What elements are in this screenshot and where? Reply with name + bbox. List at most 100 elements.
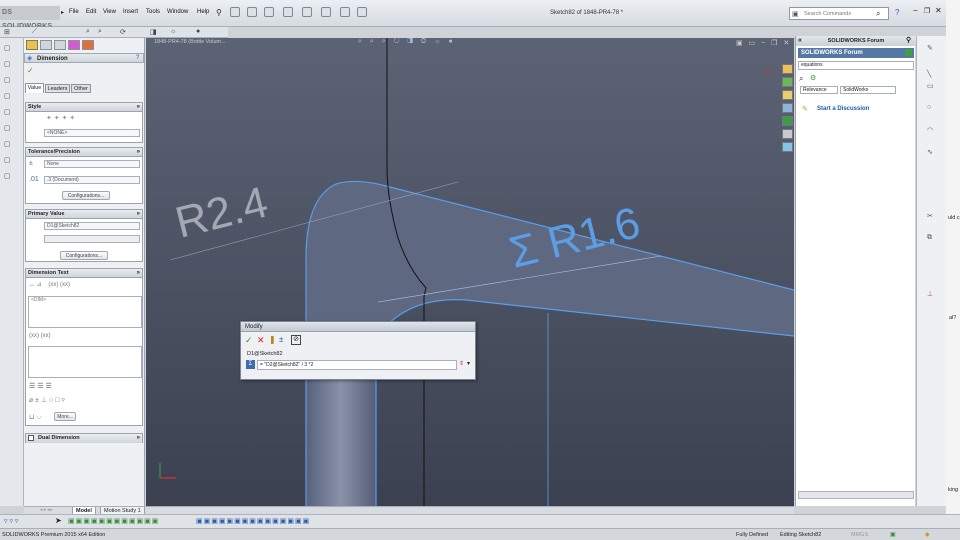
view-palette-icon[interactable] bbox=[782, 103, 793, 113]
viewport-restore-icon[interactable]: ▣ ▭ − ❐ ✕ bbox=[736, 39, 791, 47]
sketch-tool-icon[interactable]: ▢ bbox=[4, 124, 11, 132]
tab-leaders[interactable]: Leaders bbox=[45, 84, 70, 93]
tab-scroll-icon[interactable]: ◂ ▸ ▸▸ bbox=[40, 507, 53, 513]
start-discussion-link[interactable]: Start a Discussion bbox=[817, 106, 869, 112]
forum-icon[interactable] bbox=[782, 142, 793, 152]
symbol-library-icon[interactable]: ⊔ ⌵ bbox=[29, 413, 42, 422]
display-manager-tab-icon[interactable] bbox=[82, 40, 94, 50]
spin-arrows-icon[interactable]: ⇕ bbox=[459, 360, 464, 367]
collapse-chevron-icon[interactable]: » bbox=[137, 269, 140, 278]
arc-tool-icon[interactable]: ◠ bbox=[927, 126, 933, 134]
help-status-icon[interactable]: ◆ bbox=[925, 531, 930, 538]
modify-title-bar[interactable]: Modify bbox=[241, 322, 475, 332]
model-view-canvas[interactable]: R2.4 Σ R1.6 bbox=[146, 38, 794, 506]
sketch-icon[interactable]: ✎ bbox=[927, 44, 933, 52]
refresh-icon[interactable] bbox=[905, 49, 912, 56]
menu-file[interactable]: File bbox=[69, 9, 79, 15]
sketch-tool-icon[interactable]: ▢ bbox=[4, 108, 11, 116]
rectangle-tool-icon[interactable]: ▭ bbox=[927, 82, 934, 90]
new-document-icon[interactable] bbox=[230, 7, 240, 17]
restore-window-icon[interactable]: ❐ bbox=[924, 7, 930, 15]
feature-manager-tab-icon[interactable] bbox=[26, 40, 38, 50]
rebuild-status-icon[interactable]: ▣ bbox=[890, 531, 896, 538]
select-pointer-icon[interactable]: ➤ bbox=[55, 516, 62, 525]
minimize-window-icon[interactable]: − bbox=[913, 6, 918, 15]
precision-dropdown[interactable]: .3 (Document) bbox=[44, 176, 140, 184]
zoom-area-icon[interactable]: ⌕ bbox=[98, 28, 102, 36]
line-tool-icon[interactable]: ╲ bbox=[927, 70, 931, 78]
appearance-icon[interactable]: ● bbox=[196, 28, 200, 35]
menu-window[interactable]: Window bbox=[167, 9, 188, 15]
sketch-tool-icon[interactable]: ▢ bbox=[4, 76, 11, 84]
cancel-x-icon[interactable]: ✕ bbox=[257, 335, 265, 346]
sketch-tool-icon[interactable]: ▢ bbox=[4, 172, 11, 180]
text-tolerance-icon[interactable]: (xx) (xx) bbox=[29, 333, 51, 339]
select-icon[interactable] bbox=[321, 7, 331, 17]
display-style-icon[interactable]: ◨ bbox=[150, 28, 157, 36]
options-icon[interactable] bbox=[357, 7, 367, 17]
rebuild-icon[interactable]: ❚ bbox=[269, 335, 276, 344]
dimxpert-tab-icon[interactable] bbox=[68, 40, 80, 50]
scope-dropdown[interactable]: SolidWorks bbox=[840, 86, 896, 94]
primary-configurations-button[interactable]: Configurations... bbox=[60, 251, 108, 260]
pin-icon[interactable]: ⚲ bbox=[216, 8, 222, 17]
sketch-tool-icon[interactable]: ▢ bbox=[4, 44, 11, 52]
units-dropdown-icon[interactable]: ▾ bbox=[467, 360, 470, 367]
view-toolbar-icon[interactable]: ⌕ ⌕ ⌕ ↻ ◨ ◎ ☼ ● bbox=[358, 38, 456, 46]
sort-dropdown[interactable]: Relevance bbox=[800, 86, 838, 94]
collapse-chevron-icon[interactable]: » bbox=[137, 210, 140, 219]
menu-view[interactable]: View bbox=[103, 9, 116, 15]
sketch-tool-icon[interactable]: ▢ bbox=[4, 140, 11, 148]
menu-help[interactable]: Help bbox=[197, 9, 209, 15]
mark-dimension-icon[interactable]: ⊘ bbox=[291, 335, 301, 345]
menu-insert[interactable]: Insert bbox=[123, 9, 138, 15]
collapse-chevron-icon[interactable]: » bbox=[137, 148, 140, 157]
custom-properties-icon[interactable] bbox=[782, 129, 793, 139]
close-window-icon[interactable]: ✕ bbox=[935, 6, 942, 15]
selection-filter-icons[interactable]: ▣▣▣▣▣▣▣▣▣▣▣▣ bbox=[68, 517, 159, 525]
dual-dimension-checkbox[interactable] bbox=[28, 435, 34, 441]
ok-check-icon[interactable]: ✓ bbox=[27, 66, 34, 75]
filter-icon[interactable]: ▿ ▿ ▿ bbox=[4, 517, 18, 525]
symbols-icon[interactable]: ⌀ ± ⊥ ○ □ ▿ bbox=[29, 396, 65, 404]
open-document-icon[interactable] bbox=[247, 7, 257, 17]
text-position-icon[interactable]: ↔ ⊿ (xx) (xx) bbox=[29, 281, 70, 288]
expand-chevron-icon[interactable]: » bbox=[137, 434, 140, 443]
file-explorer-icon[interactable] bbox=[782, 90, 793, 100]
design-library-icon[interactable] bbox=[782, 77, 793, 87]
cancel-red-x-icon[interactable]: ✕ bbox=[764, 68, 771, 77]
justification-icon[interactable]: ☰ ☰ ☰ bbox=[29, 382, 52, 390]
feature-tree-label[interactable]: 1848-PR4-78 (Bottle Volum... bbox=[154, 39, 226, 45]
style-group-header[interactable]: Style » bbox=[26, 103, 142, 112]
property-manager-tab-icon[interactable] bbox=[40, 40, 52, 50]
tolerance-type-dropdown[interactable]: None bbox=[44, 160, 140, 168]
confirm-check-icon[interactable]: ✓ bbox=[245, 335, 253, 346]
expand-arrow-icon[interactable]: ▸ bbox=[61, 9, 64, 16]
sketch-tool-icon[interactable]: ▢ bbox=[4, 156, 11, 164]
zoom-fit-icon[interactable]: ⌕ bbox=[86, 28, 90, 36]
menu-tools[interactable]: Tools bbox=[146, 9, 160, 15]
solidworks-resources-icon[interactable] bbox=[782, 64, 793, 74]
dimension-text-field-lower[interactable] bbox=[28, 346, 142, 378]
units-status[interactable]: MMGS bbox=[851, 532, 868, 538]
sketch-tool-icon[interactable]: ▢ bbox=[4, 92, 11, 100]
relation-tool-icon[interactable]: ⊥ bbox=[927, 290, 933, 298]
style-dropdown[interactable]: <NONE> bbox=[44, 129, 140, 137]
search-dropdown-icon[interactable]: ▣ bbox=[792, 10, 799, 18]
equation-input[interactable]: = "D2@Sketch82" / 3 *2 bbox=[257, 360, 457, 370]
dimension-name-field[interactable]: D1@Sketch82 bbox=[44, 222, 140, 230]
print-icon[interactable] bbox=[283, 7, 293, 17]
dimension-text-header[interactable]: Dimension Text » bbox=[26, 269, 142, 278]
rotate-view-icon[interactable]: ⟳ bbox=[120, 28, 126, 36]
help-icon[interactable]: ? bbox=[136, 55, 139, 61]
forum-search-input[interactable]: equations bbox=[798, 61, 914, 70]
line-icon[interactable]: ⟋ bbox=[32, 28, 37, 36]
forum-options-icon[interactable]: ⚙ bbox=[810, 74, 816, 82]
horizontal-scrollbar[interactable] bbox=[798, 491, 914, 499]
spline-tool-icon[interactable]: ∿ bbox=[927, 148, 933, 156]
view-settings-icon[interactable]: ☼ bbox=[170, 28, 176, 35]
dimension-text-field[interactable]: <DIM> bbox=[28, 296, 142, 328]
sketch-tool-icon[interactable]: ▢ bbox=[4, 60, 11, 68]
primary-value-header[interactable]: Primary Value » bbox=[26, 210, 142, 219]
collapse-pane-icon[interactable]: « bbox=[798, 36, 802, 46]
